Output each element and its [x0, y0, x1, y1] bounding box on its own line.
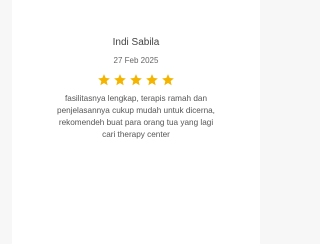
review-content: Indi Sabila 27 Feb 2025 fasilitasnya len… [12, 36, 260, 141]
review-text: fasilitasnya lengkap, terapis ramah dan … [57, 94, 215, 139]
review-card: Indi Sabila 27 Feb 2025 fasilitasnya len… [12, 0, 260, 244]
page: Indi Sabila 27 Feb 2025 fasilitasnya len… [0, 0, 260, 244]
reviewer-name: Indi Sabila [112, 37, 160, 48]
review-date: 27 Feb 2025 [113, 56, 159, 65]
star-icon [129, 73, 143, 87]
star-icon [161, 73, 175, 87]
star-icon [97, 73, 111, 87]
star-icon [113, 73, 127, 87]
star-icon [145, 73, 159, 87]
rating-stars [12, 73, 260, 87]
